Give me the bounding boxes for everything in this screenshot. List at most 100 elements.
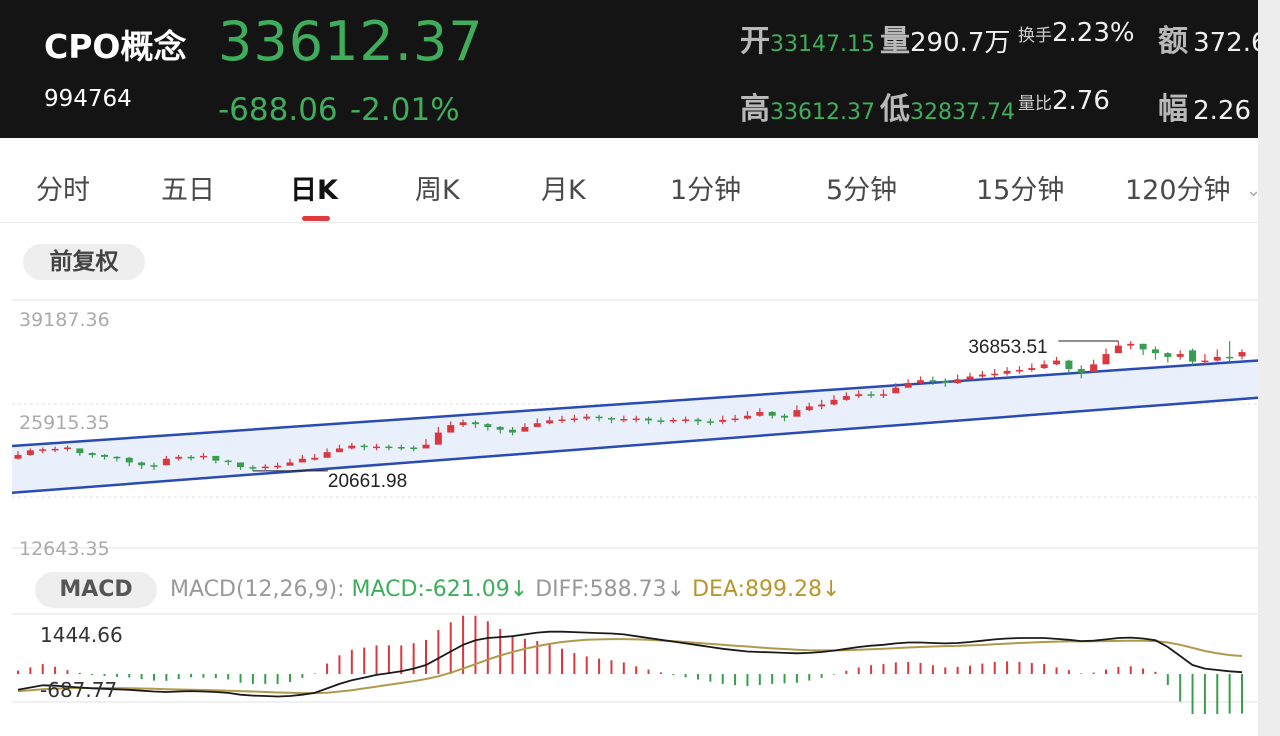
candle-body (632, 418, 640, 421)
candle-body (1114, 345, 1122, 354)
candle-body (484, 424, 492, 427)
max-price-label: 36853.51 (968, 337, 1047, 358)
quote-header: CPO概念 994764 33612.37 -688.06 -2.01% 开33… (0, 0, 1280, 138)
amplitude-value: 2.26 (1193, 96, 1251, 126)
high-value: 33612.37 (770, 100, 875, 125)
candle-body (410, 447, 418, 450)
tab-month-k[interactable]: 月K (541, 168, 586, 207)
vol-ratio-value: 2.76 (1052, 86, 1110, 116)
tab-1min[interactable]: 1分钟 (670, 168, 741, 207)
candle-body (26, 450, 34, 455)
candle-body (51, 448, 59, 451)
candle-body (422, 444, 430, 449)
candlestick-chart[interactable]: 36853.51 20661.98 (0, 292, 1260, 564)
tab-120min[interactable]: 120分钟 (1125, 168, 1231, 207)
candle-body (76, 448, 84, 454)
open-stat: 开33147.15 (740, 16, 875, 60)
low-label: 低 (880, 92, 910, 127)
candle-body (509, 429, 517, 433)
candle-body (1102, 354, 1110, 365)
turnover-value: 2.23% (1052, 18, 1135, 48)
candle-body (311, 457, 319, 460)
candle-body (212, 455, 220, 461)
candle-body (706, 421, 714, 423)
candle-body (385, 446, 393, 449)
y-axis-label-top: 39187.36 (19, 309, 110, 331)
candle-body (298, 458, 306, 463)
candle-body (595, 416, 603, 419)
candle-body (286, 462, 294, 466)
candle-body (546, 420, 554, 424)
candle-body (682, 419, 690, 421)
candle-body (781, 415, 789, 418)
candle-body (88, 453, 96, 455)
candle-body (1164, 353, 1172, 357)
tab-15min[interactable]: 15分钟 (976, 168, 1064, 207)
candle-body (496, 426, 504, 430)
dea-value: DEA:899.28↓ (692, 577, 841, 602)
y-axis-label-mid: 25915.35 (19, 412, 110, 434)
candle-body (867, 394, 875, 396)
candle-body (842, 396, 850, 400)
candle-body (39, 449, 47, 451)
candle-body (805, 406, 813, 411)
candle-body (533, 423, 541, 427)
candle-body (14, 454, 22, 459)
candle-body (1053, 360, 1061, 365)
macd-value: MACD:-621.09↓ (351, 577, 529, 602)
tab-week-k[interactable]: 周K (415, 168, 460, 207)
candle-body (570, 418, 578, 421)
candle-body (978, 374, 986, 377)
macd-axis-bottom: -687.77 (40, 678, 118, 702)
candle-body (249, 467, 257, 469)
candle-body (360, 445, 368, 448)
candle-body (1015, 369, 1023, 372)
open-value: 33147.15 (770, 32, 875, 57)
candle-body (1139, 343, 1147, 350)
adjust-mode-button[interactable]: 前复权 (23, 244, 145, 280)
candle-body (1151, 349, 1159, 354)
candle-body (929, 380, 937, 382)
candle-body (1238, 352, 1246, 357)
volume-value: 290.7万 (910, 28, 1011, 58)
candle-body (125, 457, 133, 463)
candle-body (954, 379, 962, 384)
candle-body (335, 448, 343, 453)
candle-body (471, 422, 479, 425)
turnover-stat: 换手2.23% (1018, 18, 1135, 48)
candle-body (657, 420, 665, 422)
tab-5min[interactable]: 5分钟 (826, 168, 897, 207)
candle-body (768, 411, 776, 416)
high-label: 高 (740, 92, 770, 127)
high-stat: 高33612.37 (740, 84, 875, 128)
candle-body (101, 454, 109, 457)
right-scroll-edge[interactable] (1258, 0, 1280, 736)
macd-indicator-button[interactable]: MACD (35, 572, 157, 608)
candle-body (855, 394, 863, 397)
vol-ratio-label: 量比 (1018, 94, 1052, 114)
candle-body (459, 422, 467, 426)
tab-five-day[interactable]: 五日 (161, 168, 215, 207)
candle-body (1028, 368, 1036, 370)
amplitude-stat: 幅 2.26 (1158, 84, 1251, 128)
candle-body (1127, 343, 1135, 346)
tab-day-k[interactable]: 日K (290, 168, 338, 207)
chevron-down-icon[interactable]: ⌄ (1246, 180, 1261, 201)
candle-body (1189, 350, 1197, 362)
macd-chart[interactable] (0, 604, 1260, 714)
current-price: 33612.37 (218, 10, 484, 73)
tab-fenshi[interactable]: 分时 (36, 168, 90, 207)
candle-body (373, 446, 381, 449)
candle-body (162, 458, 170, 466)
candle-body (941, 381, 949, 384)
low-value: 32837.74 (910, 100, 1015, 125)
candle-body (397, 447, 405, 449)
candle-body (743, 415, 751, 419)
candle-body (583, 416, 591, 419)
candle-body (187, 456, 195, 459)
open-label: 开 (740, 24, 770, 59)
candle-body (719, 419, 727, 422)
candle-body (607, 418, 615, 420)
candle-body (1226, 356, 1234, 359)
active-tab-indicator (302, 216, 330, 221)
